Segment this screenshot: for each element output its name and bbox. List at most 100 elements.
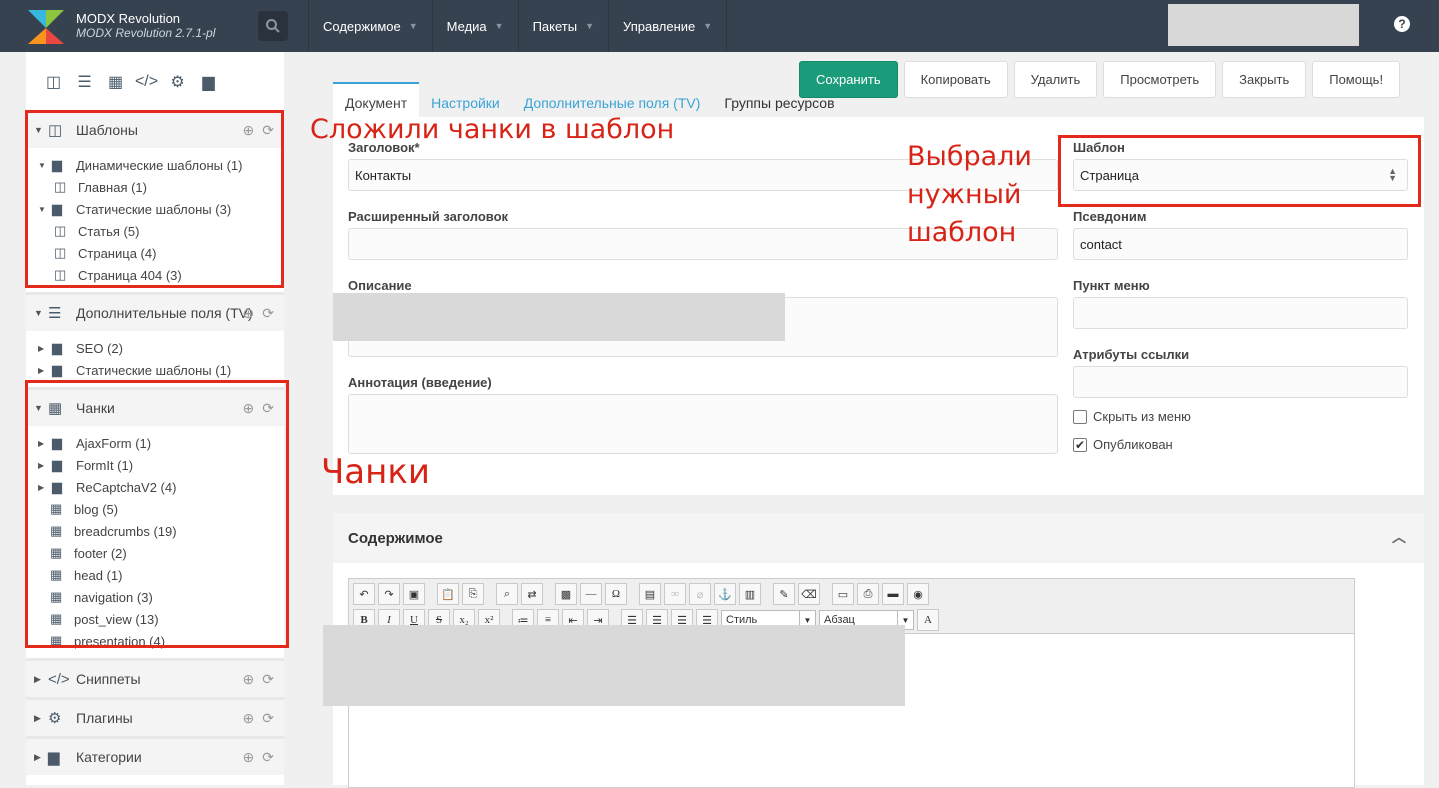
select-all-icon[interactable]: ▣ — [403, 583, 425, 605]
section-snippets[interactable]: ▶ </> Сниппеты ⊕ ⟳ — [26, 661, 284, 697]
nav-label: Пакеты — [532, 18, 578, 34]
caret-right-icon: ▶ — [34, 751, 41, 762]
delete-button[interactable]: Удалить — [1013, 61, 1098, 98]
check-icon: ✔ — [1073, 437, 1087, 452]
annotation-box-chunks — [25, 380, 289, 648]
annotation-chunks-note: Чанки — [321, 452, 431, 492]
replace-icon[interactable]: ⇄ — [521, 583, 543, 605]
image-icon[interactable]: ▩ — [555, 583, 577, 605]
resource-tabs: Документ Настройки Дополнительные поля (… — [333, 82, 847, 117]
hide-menu-checkbox[interactable]: Скрыть из меню — [1073, 409, 1191, 424]
tab-resource-groups[interactable]: Группы ресурсов — [712, 95, 846, 117]
main-nav: Содержимое ▼ Медиа ▼ Пакеты ▼ Управление ▼ — [308, 0, 728, 52]
brand[interactable]: MODX Revolution MODX Revolution 2.7.1-pl — [0, 0, 250, 52]
introtext-field[interactable] — [348, 394, 1058, 454]
user-menu-redacted[interactable] — [1168, 4, 1359, 46]
nav-content[interactable]: Содержимое ▼ — [308, 0, 432, 52]
refresh-icon[interactable]: ⟳ — [262, 671, 274, 688]
font-icon[interactable]: A — [917, 609, 939, 631]
tv-tree: ▶ ▆ SEO (2) ▶ ▆ Статические шаблоны (1) — [26, 331, 284, 387]
tree-folder[interactable]: ▶ ▆ SEO (2) — [26, 337, 284, 359]
redacted-area — [323, 625, 905, 706]
unlink-icon[interactable]: ⌀ — [689, 583, 711, 605]
search-button[interactable] — [258, 11, 288, 41]
gears-icon[interactable]: ⚙ — [168, 73, 187, 91]
tab-document[interactable]: Документ — [333, 82, 420, 117]
add-icon[interactable]: ⊕ — [243, 671, 255, 688]
folder-icon[interactable]: ▆ — [199, 73, 218, 91]
annotation-templates-note: Сложили чанки в шаблон — [310, 114, 675, 145]
omega-icon[interactable]: Ω — [605, 583, 627, 605]
add-icon[interactable]: ⊕ — [243, 749, 255, 766]
menutitle-field[interactable] — [1073, 297, 1408, 329]
refresh-icon[interactable]: ⟳ — [262, 749, 274, 766]
paste-text-icon[interactable]: ⎘ — [462, 583, 484, 605]
eraser-icon[interactable]: ⌫ — [798, 583, 820, 605]
sidebar-toolbar: ◫ ☰ ▦ </> ⚙ ▆ — [26, 52, 284, 112]
find-icon[interactable]: ⌕ — [496, 583, 518, 605]
annotation-box-templates — [25, 110, 284, 288]
search-icon — [266, 19, 280, 33]
preview-icon[interactable]: ▬ — [882, 583, 904, 605]
anchor-icon[interactable]: ⚓ — [714, 583, 736, 605]
linkattr-label: Атрибуты ссылки — [1073, 347, 1190, 362]
chevron-down-icon: ▼ — [494, 21, 504, 31]
hr-icon[interactable]: — — [580, 583, 602, 605]
annotation-template-select-note-2: нужный — [907, 179, 1022, 210]
highlight-icon[interactable]: ✎ — [773, 583, 795, 605]
media-icon[interactable]: ▥ — [739, 583, 761, 605]
view-button[interactable]: Просмотреть — [1103, 61, 1217, 98]
description-label: Описание — [348, 278, 412, 293]
nav-manage[interactable]: Управление ▼ — [608, 0, 728, 52]
section-label: Плагины — [76, 710, 133, 726]
checkbox-box — [1073, 409, 1087, 424]
section-label: Дополнительные поля (TV) — [76, 305, 253, 321]
source-icon[interactable]: ▭ — [832, 583, 854, 605]
help-button[interactable]: Помощь! — [1312, 61, 1401, 98]
linkattr-field[interactable] — [1073, 366, 1408, 398]
refresh-icon[interactable]: ⟳ — [262, 710, 274, 727]
folder-icon: ▆ — [52, 362, 62, 377]
print-icon[interactable]: ⎙ — [857, 583, 879, 605]
folder-icon: ▆ — [52, 340, 62, 355]
section-plugins[interactable]: ▶ ⚙ Плагины ⊕ ⟳ — [26, 700, 284, 736]
section-label: Сниппеты — [76, 671, 141, 687]
tv-list-icon: ☰ — [48, 305, 62, 322]
code-icon[interactable]: </> — [135, 73, 158, 91]
section-tvs[interactable]: ▼ ☰ Дополнительные поля (TV) ⊕ ⟳ — [26, 295, 284, 331]
tree-label: SEO (2) — [76, 340, 123, 356]
close-button[interactable]: Закрыть — [1222, 61, 1307, 98]
chevron-down-icon: ▼ — [408, 21, 418, 31]
caret-right-icon: ▶ — [34, 712, 41, 723]
tv-list-icon[interactable]: ☰ — [75, 73, 94, 91]
link-icon[interactable]: ∞ — [664, 583, 686, 605]
paste-icon[interactable]: 📋 — [437, 583, 459, 605]
caret-down-icon: ▼ — [34, 308, 43, 318]
template-icon[interactable]: ◫ — [44, 73, 63, 91]
chunks-grid-icon[interactable]: ▦ — [106, 73, 125, 91]
published-checkbox[interactable]: ✔ Опубликован — [1073, 437, 1173, 452]
content-heading: Содержимое — [348, 529, 443, 547]
alias-field[interactable]: contact — [1073, 228, 1408, 260]
refresh-icon[interactable]: ⟳ — [262, 305, 274, 322]
nav-label: Содержимое — [323, 18, 401, 34]
code-icon: </> — [48, 670, 70, 688]
alias-label: Псевдоним — [1073, 209, 1147, 224]
help-icon[interactable]: ? — [1394, 16, 1410, 32]
undo-icon[interactable]: ↶ — [353, 583, 375, 605]
top-bar: MODX Revolution MODX Revolution 2.7.1-pl… — [0, 0, 1439, 52]
add-icon[interactable]: ⊕ — [243, 305, 255, 322]
duplicate-button[interactable]: Копировать — [903, 61, 1008, 98]
add-icon[interactable]: ⊕ — [243, 710, 255, 727]
section-categories[interactable]: ▶ ▆ Категории ⊕ ⟳ — [26, 739, 284, 775]
tree-folder[interactable]: ▶ ▆ Статические шаблоны (1) — [26, 359, 284, 381]
redo-icon[interactable]: ↷ — [378, 583, 400, 605]
insert-image-icon[interactable]: ▤ — [639, 583, 661, 605]
about-icon[interactable]: ◉ — [907, 583, 929, 605]
gears-icon: ⚙ — [48, 710, 62, 727]
content-panel-header[interactable]: Содержимое ︿ — [333, 513, 1424, 563]
nav-media[interactable]: Медиа ▼ — [431, 0, 518, 52]
nav-packages[interactable]: Пакеты ▼ — [517, 0, 608, 52]
action-buttons: Сохранить Копировать Удалить Просмотреть… — [799, 61, 1401, 98]
chevron-up-icon[interactable]: ︿ — [1392, 527, 1406, 547]
